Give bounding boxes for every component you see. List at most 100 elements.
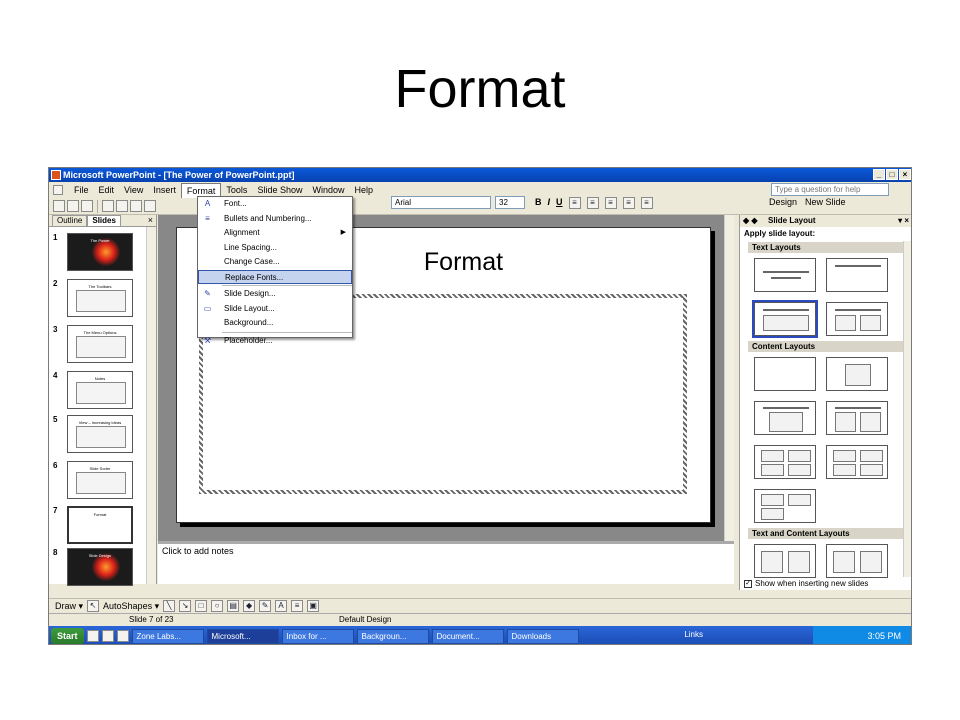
menu-item-placeholder[interactable]: ⚒ Placeholder... xyxy=(198,334,352,349)
taskbar-item-zone-labs[interactable]: Zone Labs... xyxy=(131,628,204,644)
menu-slide-show[interactable]: Slide Show xyxy=(252,183,307,197)
save-icon[interactable] xyxy=(81,200,93,212)
menu-file[interactable]: File xyxy=(69,183,94,197)
arrow-icon[interactable]: ↘ xyxy=(179,600,192,612)
layout-content-text[interactable] xyxy=(826,544,888,578)
open-icon[interactable] xyxy=(67,200,79,212)
menu-item-slide-design[interactable]: ✎ Slide Design... xyxy=(198,287,352,302)
select-pointer-icon[interactable]: ↖ xyxy=(87,600,100,612)
menu-item-replace-fonts[interactable]: Replace Fonts... xyxy=(198,269,352,284)
menu-item-line-spacing[interactable]: Line Spacing... xyxy=(198,241,352,256)
notes-pane[interactable]: Click to add notes xyxy=(158,541,734,584)
slide-thumbnail[interactable]: View – Increasing Ideas xyxy=(67,415,133,453)
layout-four-content[interactable] xyxy=(754,445,816,479)
taskbar-item-document[interactable]: Document... xyxy=(431,628,504,644)
layout-two-column[interactable] xyxy=(826,302,888,336)
show-when-inserting-checkbox[interactable]: ✓ Show when inserting new slides xyxy=(744,579,868,588)
rectangle-icon[interactable]: □ xyxy=(195,600,208,612)
slide-thumbnail-row[interactable]: 6 Slide Sorter xyxy=(53,461,145,501)
help-search-input[interactable]: Type a question for help xyxy=(771,183,889,196)
layout-text-content[interactable] xyxy=(754,544,816,578)
new-slide-button[interactable]: New Slide xyxy=(805,197,846,207)
taskbar-item-powerpoint[interactable]: Microsoft... xyxy=(206,628,279,644)
design-button[interactable]: Design xyxy=(769,197,797,207)
taskbar-item-background[interactable]: Backgroun... xyxy=(356,628,429,644)
menu-item-change-case[interactable]: Change Case... xyxy=(198,255,352,270)
slide-thumbnail[interactable]: Slide Sorter xyxy=(67,461,133,499)
font-size-select[interactable]: 32 xyxy=(495,196,525,209)
tab-slides[interactable]: Slides xyxy=(87,215,121,226)
slide-thumbnail-row[interactable]: 2 The Toolbars xyxy=(53,279,145,319)
align-center-icon[interactable]: ≡ xyxy=(586,197,599,209)
checkbox-checked-icon[interactable]: ✓ xyxy=(744,579,752,588)
underline-button[interactable]: U xyxy=(556,197,563,209)
slide-thumbnail[interactable]: The Power xyxy=(67,233,133,271)
layout-title-content[interactable] xyxy=(754,401,816,435)
menu-item-background[interactable]: Background... xyxy=(198,316,352,331)
format-painter-icon[interactable] xyxy=(144,200,156,212)
copy-icon[interactable] xyxy=(116,200,128,212)
menu-tools[interactable]: Tools xyxy=(221,183,252,197)
minimize-button[interactable]: _ xyxy=(873,169,885,180)
italic-button[interactable]: I xyxy=(548,197,551,209)
layout-title-text[interactable] xyxy=(752,300,818,338)
slide-thumbnail[interactable]: The Menu Options xyxy=(67,325,133,363)
menu-item-font[interactable]: A Font... xyxy=(198,197,352,212)
slide-thumbnail-row[interactable]: 3 The Menu Options xyxy=(53,325,145,365)
slide-thumbnail-row[interactable]: 8 Slide Design xyxy=(53,548,145,588)
slide-thumbnail-selected[interactable]: Format xyxy=(67,506,133,544)
textbox-icon[interactable]: ▤ xyxy=(227,600,240,612)
menu-view[interactable]: View xyxy=(119,183,148,197)
layout-title-slide[interactable] xyxy=(754,258,816,292)
close-icon[interactable]: ▾ × xyxy=(898,215,909,227)
shadow-icon[interactable]: ▣ xyxy=(307,600,320,612)
line-color-icon[interactable]: ✎ xyxy=(259,600,272,612)
slide-thumbnail-row[interactable]: 1 The Power xyxy=(53,233,145,273)
autoshapes-button[interactable]: AutoShapes ▾ xyxy=(103,601,159,612)
layout-two-content[interactable] xyxy=(826,401,888,435)
slide-thumbnail[interactable]: Notes xyxy=(67,371,133,409)
quicklaunch-icon[interactable] xyxy=(116,630,129,642)
quicklaunch-icon[interactable] xyxy=(101,630,114,642)
fill-color-icon[interactable]: ◆ xyxy=(243,600,256,612)
slide-thumbnail-row[interactable]: 7 Format xyxy=(53,506,145,546)
paste-icon[interactable] xyxy=(130,200,142,212)
tab-outline[interactable]: Outline xyxy=(52,215,88,226)
quicklaunch-icon[interactable] xyxy=(86,630,99,642)
layout-title-only[interactable] xyxy=(826,258,888,292)
new-icon[interactable] xyxy=(53,200,65,212)
menu-insert[interactable]: Insert xyxy=(148,183,181,197)
bullets-icon[interactable]: ≡ xyxy=(640,197,653,209)
menu-item-bullets[interactable]: ≡ Bullets and Numbering... xyxy=(198,212,352,227)
menu-item-slide-layout[interactable]: ▭ Slide Layout... xyxy=(198,302,352,317)
menu-item-alignment[interactable]: Alignment ▶ xyxy=(198,226,352,241)
oval-icon[interactable]: ○ xyxy=(211,600,224,612)
bold-button[interactable]: B xyxy=(535,197,542,209)
font-color-icon[interactable]: A xyxy=(275,600,288,612)
line-style-icon[interactable]: ≡ xyxy=(291,600,304,612)
maximize-button[interactable]: □ xyxy=(886,169,898,180)
slide-thumbnail[interactable]: Slide Design xyxy=(67,548,133,586)
print-icon[interactable] xyxy=(102,200,114,212)
layout-content[interactable] xyxy=(826,357,888,391)
font-name-select[interactable]: Arial xyxy=(391,196,491,209)
taskbar-item-downloads[interactable]: Downloads xyxy=(506,628,579,644)
slide-thumbnail[interactable]: The Toolbars xyxy=(67,279,133,317)
line-icon[interactable]: ╲ xyxy=(163,600,176,612)
layout-three-content[interactable] xyxy=(754,489,816,523)
layout-four-content-alt[interactable] xyxy=(826,445,888,479)
start-button[interactable]: Start xyxy=(51,628,84,644)
menu-edit[interactable]: Edit xyxy=(94,183,120,197)
taskbar-item-inbox[interactable]: Inbox for ... xyxy=(281,628,354,644)
close-button[interactable]: × xyxy=(899,169,911,180)
slide-thumbnail-row[interactable]: 4 Notes xyxy=(53,371,145,411)
task-pane-scrollbar[interactable] xyxy=(903,241,911,577)
menu-window[interactable]: Window xyxy=(307,183,349,197)
editor-scrollbar[interactable] xyxy=(724,215,734,541)
menu-help[interactable]: Help xyxy=(349,183,378,197)
layout-blank[interactable] xyxy=(754,357,816,391)
slide-thumbnail-row[interactable]: 5 View – Increasing Ideas xyxy=(53,415,145,455)
draw-menu-button[interactable]: Draw ▾ xyxy=(55,601,83,612)
align-left-icon[interactable]: ≡ xyxy=(568,197,581,209)
close-icon[interactable]: × xyxy=(148,215,153,225)
